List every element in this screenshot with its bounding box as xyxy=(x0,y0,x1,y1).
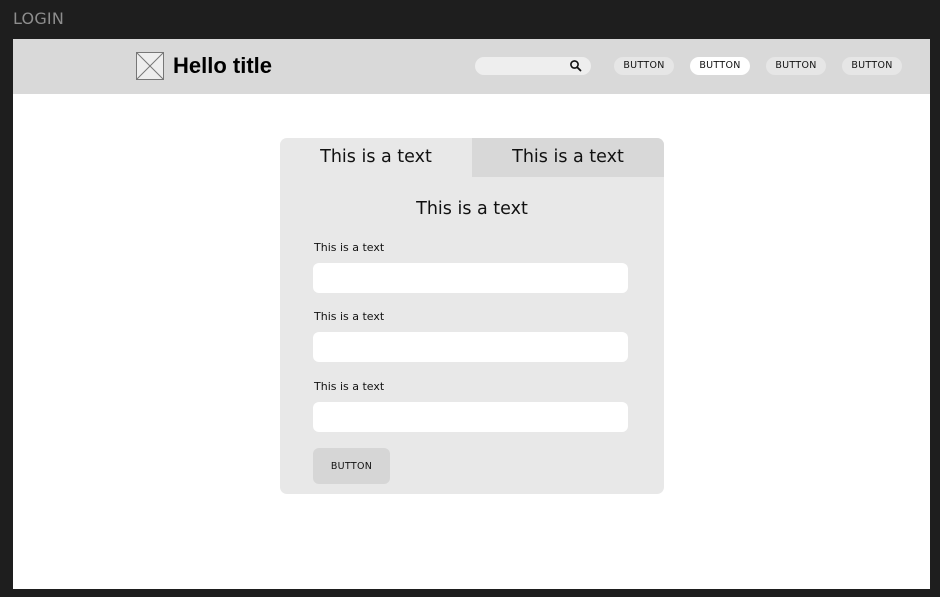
tab-first[interactable]: This is a text xyxy=(280,138,472,177)
page-title: Hello title xyxy=(173,53,273,78)
field-label-1: This is a text xyxy=(314,241,385,254)
nav-button-1[interactable]: BUTTON xyxy=(614,57,674,75)
form-title: This is a text xyxy=(416,199,528,219)
tab-second[interactable]: This is a text xyxy=(472,138,664,177)
login-card: This is a text This is a text This is a … xyxy=(280,138,664,494)
search-input[interactable] xyxy=(475,57,591,75)
text-field-3[interactable] xyxy=(313,402,628,432)
image-placeholder-icon xyxy=(136,52,164,80)
header-bar: Hello title BUTTON BUTTON BUTTON BUTTON xyxy=(13,39,930,94)
field-label-3: This is a text xyxy=(314,380,385,393)
text-field-2[interactable] xyxy=(313,332,628,362)
nav-button-2[interactable]: BUTTON xyxy=(690,57,750,75)
text-field-1[interactable] xyxy=(313,263,628,293)
nav-button-3[interactable]: BUTTON xyxy=(766,57,826,75)
field-label-2: This is a text xyxy=(314,310,385,323)
search-icon[interactable] xyxy=(569,59,583,73)
frame-label: LOGIN xyxy=(13,9,65,28)
login-page: Hello title BUTTON BUTTON BUTTON BUTTON … xyxy=(13,39,930,589)
submit-button[interactable]: BUTTON xyxy=(313,448,390,484)
nav-button-4[interactable]: BUTTON xyxy=(842,57,902,75)
